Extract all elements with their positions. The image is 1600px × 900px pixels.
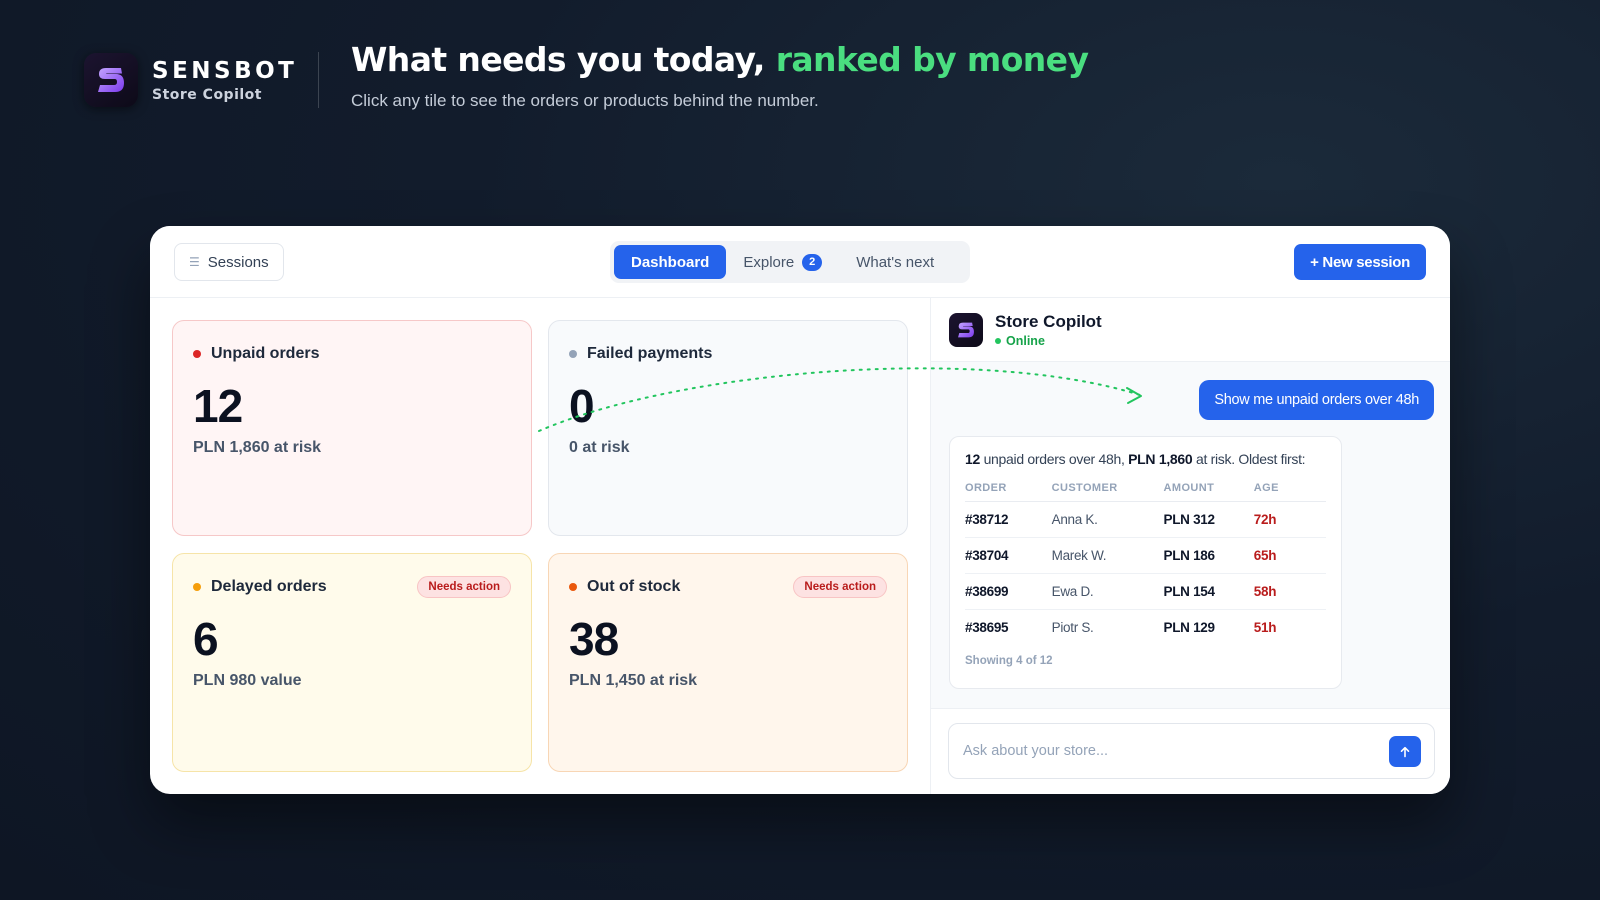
- headline-accent: ranked by money: [775, 40, 1089, 79]
- header-divider: [318, 52, 319, 108]
- page-headline: What needs you today, ranked by money: [351, 40, 1089, 79]
- table-row[interactable]: #38712 Anna K. PLN 312 72h: [965, 501, 1326, 538]
- tab-label: Dashboard: [631, 253, 710, 271]
- tile-label: Delayed orders: [211, 578, 327, 595]
- tab-explore[interactable]: Explore 2: [726, 245, 839, 279]
- new-session-button[interactable]: + New session: [1294, 244, 1426, 280]
- order-age: 72h: [1253, 501, 1326, 538]
- bot-reply-card: 12 unpaid orders over 48h, PLN 1,860 at …: [949, 436, 1342, 689]
- sensbot-logo-icon: [84, 53, 138, 107]
- tile-subtext: PLN 1,450 at risk: [569, 672, 698, 689]
- orders-table: ORDER CUSTOMER AMOUNT AGE #38712 Anna K.…: [965, 475, 1326, 645]
- customer-name: Anna K.: [1051, 501, 1164, 538]
- reply-amount: PLN 1,860: [1128, 451, 1193, 467]
- online-status: Online: [995, 334, 1102, 348]
- customer-name: Ewa D.: [1051, 573, 1164, 610]
- chat-title: Store Copilot: [995, 311, 1102, 331]
- tab-dashboard[interactable]: Dashboard: [614, 245, 727, 279]
- dashboard-tiles: Unpaid orders 12 PLN 1,860 at risk Faile…: [150, 298, 930, 794]
- order-amount: PLN 186: [1163, 537, 1254, 574]
- order-age: 65h: [1253, 537, 1326, 574]
- reply-count: 12: [965, 451, 980, 467]
- showing-count: Showing 4 of 12: [965, 655, 1053, 667]
- order-amount: PLN 129: [1163, 619, 1215, 635]
- customer-name: Piotr S.: [1051, 619, 1094, 635]
- app-window: ☰ Sessions Dashboard Explore 2 What's nex…: [150, 226, 1450, 794]
- table-row[interactable]: #38704 Marek W. PLN 186 65h: [965, 537, 1326, 574]
- order-id: #38695: [965, 619, 1009, 635]
- online-dot-icon: [995, 337, 1001, 344]
- menu-icon: ☰: [189, 255, 200, 269]
- reply-text: unpaid orders over 48h,: [979, 451, 1129, 467]
- chat-header: Store Copilot Online: [931, 298, 1450, 362]
- column-header: ORDER: [965, 475, 1052, 502]
- tile-subtext: PLN 980 value: [193, 672, 302, 689]
- order-id: #38704: [965, 537, 1052, 574]
- status-dot: [193, 350, 201, 358]
- page-subheadline: Click any tile to see the orders or prod…: [351, 91, 819, 110]
- column-header: AMOUNT: [1163, 475, 1254, 502]
- column-header: AGE: [1253, 475, 1326, 502]
- tab-label: What's next: [856, 253, 935, 271]
- customer-name: Marek W.: [1051, 537, 1164, 574]
- tile-unpaid-orders[interactable]: Unpaid orders 12 PLN 1,860 at risk: [172, 320, 532, 536]
- reply-summary: 12 unpaid orders over 48h, PLN 1,860 at …: [965, 451, 1326, 467]
- status-label: Online: [1006, 333, 1045, 348]
- status-dot: [569, 583, 577, 591]
- status-dot: [193, 583, 201, 591]
- copilot-logo-icon: [949, 312, 983, 347]
- status-dot: [569, 350, 577, 358]
- tab-whats-next[interactable]: What's next: [839, 245, 951, 279]
- top-toolbar: ☰ Sessions Dashboard Explore 2 What's nex…: [150, 226, 1450, 298]
- composer-area: [931, 708, 1450, 794]
- column-header: CUSTOMER: [1051, 475, 1164, 502]
- tile-value: 12: [193, 380, 243, 432]
- tile-value: 0: [569, 380, 595, 432]
- arrow-up-icon: [1400, 746, 1410, 757]
- tile-out-of-stock[interactable]: Out of stock Needs action 38 PLN 1,450 a…: [548, 553, 908, 772]
- brand-name: SENSBOT: [152, 57, 298, 84]
- order-amount: PLN 312: [1163, 501, 1254, 538]
- tile-subtext: 0 at risk: [569, 439, 630, 456]
- chat-panel: Store Copilot Online Show me unpaid orde…: [930, 298, 1450, 794]
- view-tabs: Dashboard Explore 2 What's next: [610, 241, 970, 283]
- brand: SENSBOT Store Copilot: [84, 53, 297, 107]
- tile-delayed-orders[interactable]: Delayed orders Needs action 6 PLN 980 va…: [172, 553, 532, 772]
- order-id: #38712: [965, 501, 1052, 538]
- chat-input[interactable]: [963, 743, 1363, 759]
- reply-text: at risk. Oldest first:: [1192, 451, 1306, 467]
- user-message-bubble: Show me unpaid orders over 48h: [1199, 380, 1434, 420]
- tile-label: Failed payments: [587, 345, 713, 362]
- table-row[interactable]: #38699 Ewa D. PLN 154 58h: [965, 573, 1326, 610]
- tile-label: Out of stock: [587, 578, 681, 595]
- needs-action-badge: Needs action: [793, 576, 887, 598]
- tile-label: Unpaid orders: [211, 345, 320, 362]
- explore-count-badge: 2: [802, 253, 823, 271]
- needs-action-badge: Needs action: [417, 576, 511, 598]
- tab-label: Explore: [743, 253, 795, 271]
- sessions-label: Sessions: [207, 253, 269, 271]
- tile-failed-payments[interactable]: Failed payments 0 0 at risk: [548, 320, 908, 536]
- order-amount: PLN 154: [1163, 573, 1254, 610]
- table-row[interactable]: #38695 Piotr S. PLN 129 51h: [965, 609, 1326, 645]
- send-button[interactable]: [1389, 736, 1421, 767]
- headline-main: What needs you today,: [351, 40, 776, 79]
- tile-subtext: PLN 1,860 at risk: [193, 439, 322, 456]
- brand-subtitle: Store Copilot: [152, 86, 262, 103]
- order-age: 51h: [1253, 619, 1277, 635]
- order-id: #38699: [965, 573, 1052, 610]
- chat-composer: [948, 723, 1435, 779]
- tile-value: 6: [193, 613, 219, 665]
- sessions-button[interactable]: ☰ Sessions: [174, 243, 284, 281]
- tile-value: 38: [569, 613, 619, 665]
- order-age: 58h: [1253, 573, 1326, 610]
